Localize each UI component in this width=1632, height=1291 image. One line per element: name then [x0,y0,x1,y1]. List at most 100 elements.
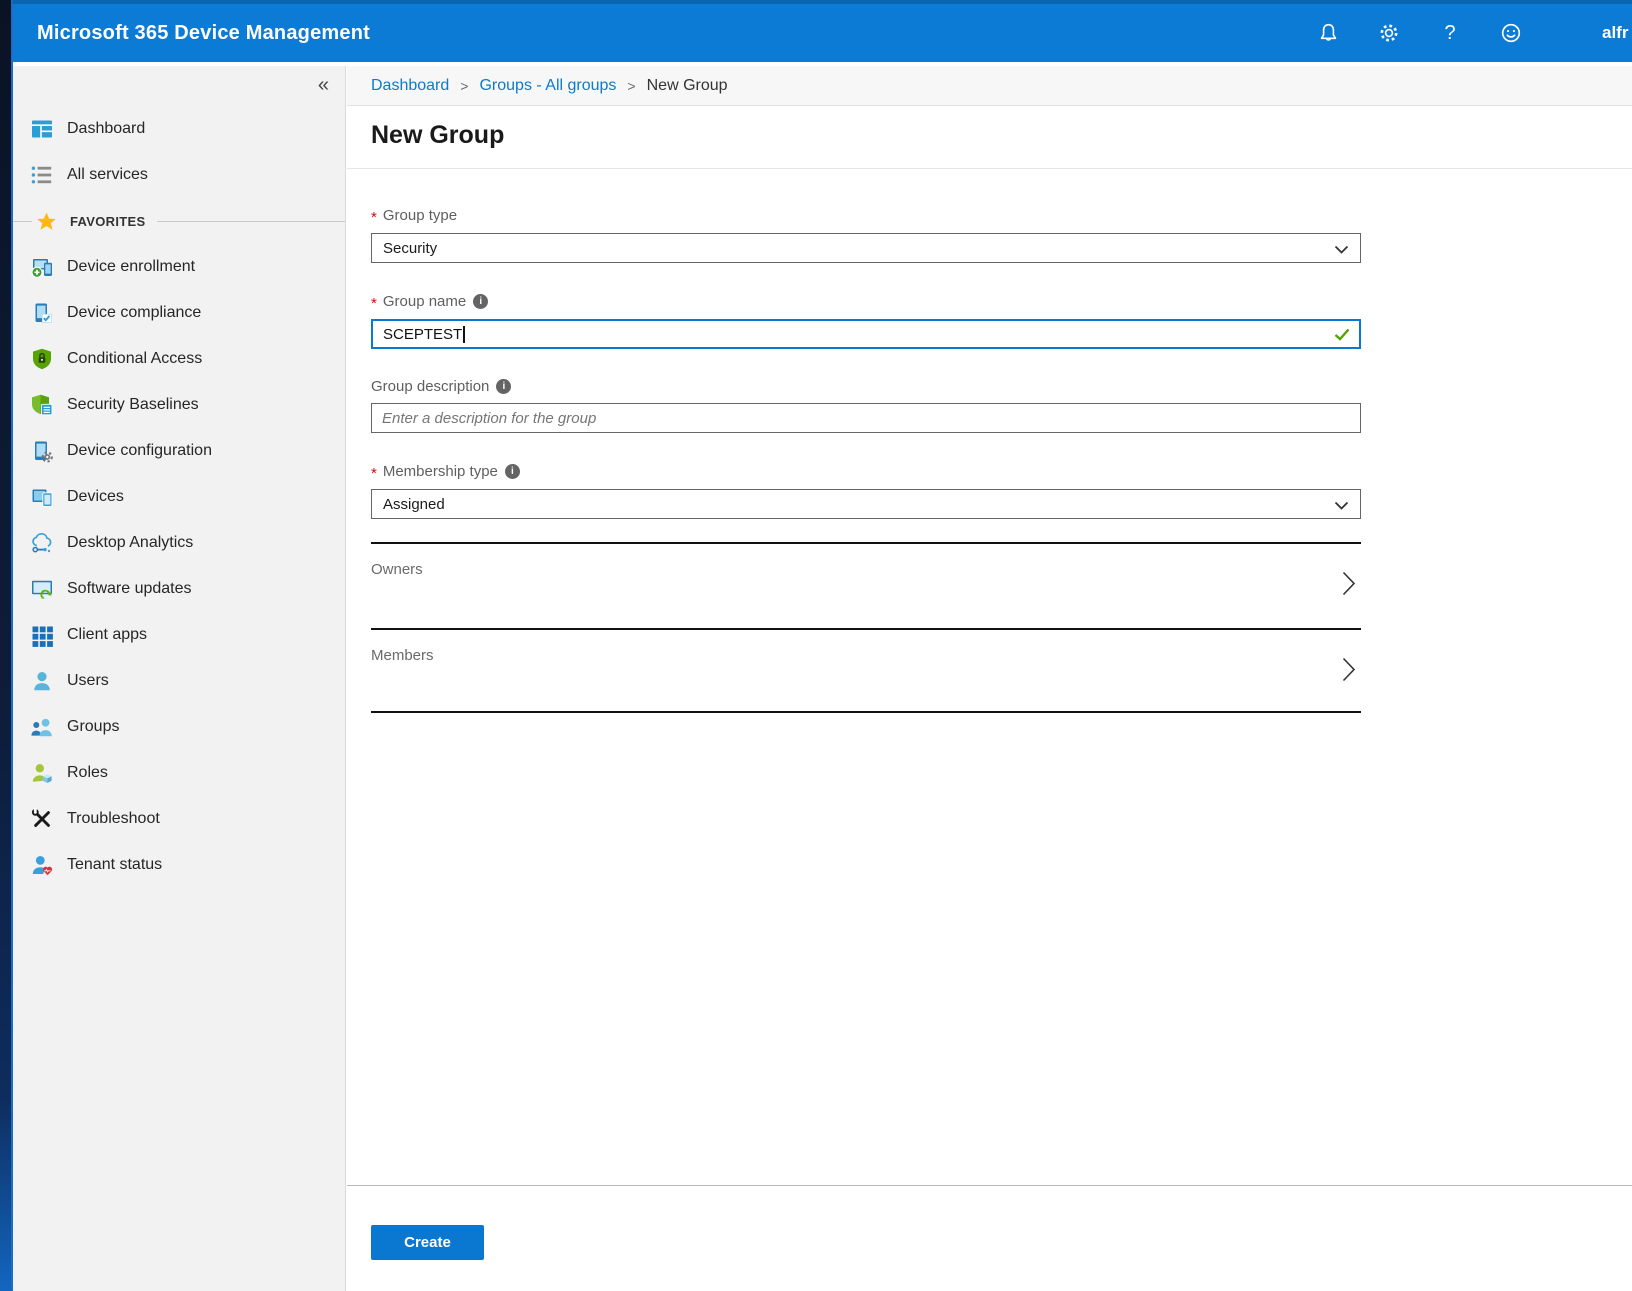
membership-type-value: Assigned [383,496,445,513]
chevron-down-icon [1334,498,1349,515]
favorites-header: FAVORITES [13,198,345,244]
dashboard-icon [30,117,54,141]
info-icon[interactable]: i [505,464,520,479]
sidebar-item-label: Tenant status [67,856,162,874]
sidebar-item-label: Device compliance [67,304,201,322]
picker-sections: Owners Members [371,542,1361,713]
divider [13,221,32,222]
chevron-right-icon [1342,571,1356,601]
owners-row[interactable]: Owners [371,542,1361,628]
group-name-input[interactable]: SCEPTEST [371,319,1361,349]
new-group-form: * Group type Security * Group name i SCE… [347,206,1361,713]
sidebar-item-dashboard[interactable]: Dashboard [13,106,345,152]
group-type-select[interactable]: Security [371,233,1361,263]
sidebar-item-label: Client apps [67,626,147,644]
sidebar-item-label: Groups [67,718,119,736]
sidebar-item-label: Device configuration [67,442,212,460]
client-apps-icon [30,623,54,647]
desktop-analytics-icon [30,531,54,555]
users-icon [30,669,54,693]
sidebar-item-device-enrollment[interactable]: Device enrollment [13,244,345,290]
sidebar-item-device-compliance[interactable]: Device compliance [13,290,345,336]
app-title: Microsoft 365 Device Management [37,22,370,45]
breadcrumb-separator: > [627,78,635,94]
new-group-blade: New Group * Group type Security * Group … [347,105,1632,1291]
info-icon[interactable]: i [496,379,511,394]
breadcrumb-current: New Group [647,77,728,95]
sidebar-item-label: Devices [67,488,124,506]
group-name-value: SCEPTEST [383,326,462,343]
group-description-input[interactable] [371,403,1361,433]
settings-gear-icon[interactable] [1377,21,1401,45]
sidebar-item-label: Security Baselines [67,396,199,414]
required-marker: * [371,465,377,482]
sidebar-item-label: All services [67,166,148,184]
conditional-access-icon [30,347,54,371]
account-name[interactable]: alfr [1602,23,1632,43]
sidebar-item-desktop-analytics[interactable]: Desktop Analytics [13,520,345,566]
sidebar-nav: Dashboard All services FAVORITES Device … [13,106,345,888]
sidebar-item-security-baselines[interactable]: Security Baselines [13,382,345,428]
sidebar-item-label: Software updates [67,580,192,598]
notifications-bell-icon[interactable] [1316,21,1340,45]
required-marker: * [371,209,377,226]
membership-type-select[interactable]: Assigned [371,489,1361,519]
sidebar-collapse-icon[interactable]: « [318,74,329,96]
valid-check-icon [1334,328,1350,345]
help-icon[interactable]: ? [1438,21,1462,45]
sidebar-item-label: Roles [67,764,108,782]
sidebar-item-all-services[interactable]: All services [13,152,345,198]
breadcrumb-groups-all-groups[interactable]: Groups - All groups [479,77,616,95]
sidebar-item-label: Troubleshoot [67,810,160,828]
required-marker: * [371,295,377,312]
membership-type-label: * Membership type i [371,462,1361,480]
members-row[interactable]: Members [371,628,1361,713]
feedback-smiley-icon[interactable] [1499,21,1523,45]
tenant-status-icon [30,853,54,877]
sidebar-item-tenant-status[interactable]: Tenant status [13,842,345,888]
topbar-actions: ? alfr [1316,21,1632,45]
sidebar-item-label: Device enrollment [67,258,195,276]
group-type-value: Security [383,240,437,257]
sidebar-item-conditional-access[interactable]: Conditional Access [13,336,345,382]
divider [347,168,1632,169]
create-button[interactable]: Create [371,1225,484,1260]
troubleshoot-icon [30,807,54,831]
roles-icon [30,761,54,785]
sidebar: « Dashboard All services FAVORITES [13,66,346,1291]
sidebar-item-roles[interactable]: Roles [13,750,345,796]
breadcrumb: Dashboard > Groups - All groups > New Gr… [347,66,1632,105]
group-description-label: Group description i [371,377,1361,395]
members-label: Members [371,630,1361,664]
sidebar-item-label: Dashboard [67,120,145,138]
sidebar-item-label: Conditional Access [67,350,202,368]
breadcrumb-dashboard[interactable]: Dashboard [371,77,449,95]
sidebar-item-client-apps[interactable]: Client apps [13,612,345,658]
sidebar-item-label: Users [67,672,109,690]
software-updates-icon [30,577,54,601]
sidebar-item-devices[interactable]: Devices [13,474,345,520]
sidebar-item-troubleshoot[interactable]: Troubleshoot [13,796,345,842]
info-icon[interactable]: i [473,294,488,309]
sidebar-item-software-updates[interactable]: Software updates [13,566,345,612]
footer-divider [347,1185,1632,1186]
favorites-star-icon [36,211,57,232]
groups-icon [30,715,54,739]
sidebar-item-users[interactable]: Users [13,658,345,704]
device-compliance-icon [30,301,54,325]
main-content: Dashboard > Groups - All groups > New Gr… [347,66,1632,1291]
text-cursor [463,326,465,343]
favorites-label: FAVORITES [70,214,145,229]
all-services-icon [30,163,54,187]
window-edge-strip [0,0,13,1291]
top-app-bar: Microsoft 365 Device Management ? alfr [13,0,1632,62]
device-configuration-icon [30,439,54,463]
devices-icon [30,485,54,509]
owners-label: Owners [371,544,1361,578]
group-name-label: * Group name i [371,292,1361,310]
sidebar-item-device-configuration[interactable]: Device configuration [13,428,345,474]
device-enrollment-icon [30,255,54,279]
breadcrumb-separator: > [460,78,468,94]
sidebar-item-groups[interactable]: Groups [13,704,345,750]
group-type-label: * Group type [371,206,1361,224]
